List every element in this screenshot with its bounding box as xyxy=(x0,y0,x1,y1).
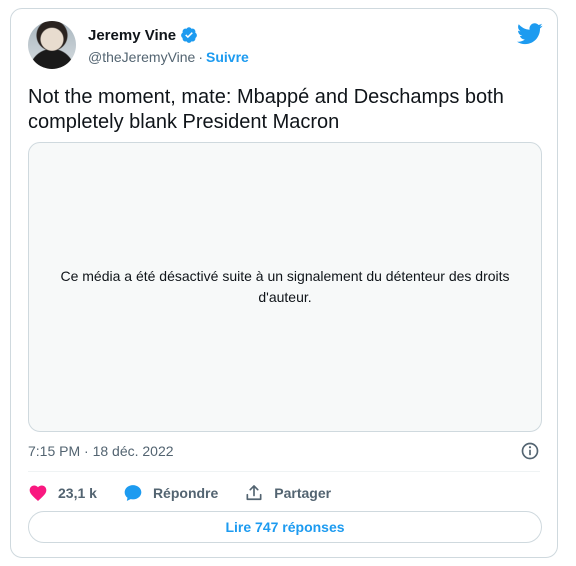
author-name[interactable]: Jeremy Vine xyxy=(88,27,176,44)
media-disabled-message: Ce média a été désactivé suite à un sign… xyxy=(60,268,510,305)
divider xyxy=(28,471,540,472)
tweet-card: Jeremy Vine @theJeremyVine · Suivre Not th… xyxy=(10,8,558,558)
like-count: 23,1 k xyxy=(58,485,97,501)
avatar[interactable] xyxy=(28,21,76,69)
share-icon xyxy=(246,485,262,501)
tweet-timestamp[interactable]: 7:15 PM · 18 déc. 2022 xyxy=(28,443,174,459)
verified-icon xyxy=(180,26,198,44)
reply-button[interactable]: Répondre xyxy=(123,483,218,503)
author-handle-row: @theJeremyVine · Suivre xyxy=(88,49,249,65)
read-replies-label: Lire 747 réponses xyxy=(225,519,345,535)
like-button[interactable]: 23,1 k xyxy=(28,483,97,503)
separator-dot: · xyxy=(198,49,204,65)
action-bar: 23,1 k Répondre Partager xyxy=(28,482,357,504)
heart-icon xyxy=(29,485,47,501)
tweet-text: Not the moment, mate: Mbappé and Descham… xyxy=(28,86,504,133)
info-icon[interactable] xyxy=(520,441,540,461)
author-name-row: Jeremy Vine xyxy=(88,26,198,44)
reply-label: Répondre xyxy=(152,485,219,501)
twitter-logo-icon[interactable] xyxy=(517,23,543,45)
media-placeholder: Ce média a été désactivé suite à un sign… xyxy=(28,142,542,432)
share-button[interactable]: Partager xyxy=(244,483,331,503)
follow-button[interactable]: Suivre xyxy=(206,49,249,65)
reply-bubble-icon xyxy=(124,485,142,501)
author-handle[interactable]: @theJeremyVine xyxy=(88,49,195,65)
read-replies-button[interactable]: Lire 747 réponses xyxy=(28,511,542,543)
share-label: Partager xyxy=(274,485,332,501)
